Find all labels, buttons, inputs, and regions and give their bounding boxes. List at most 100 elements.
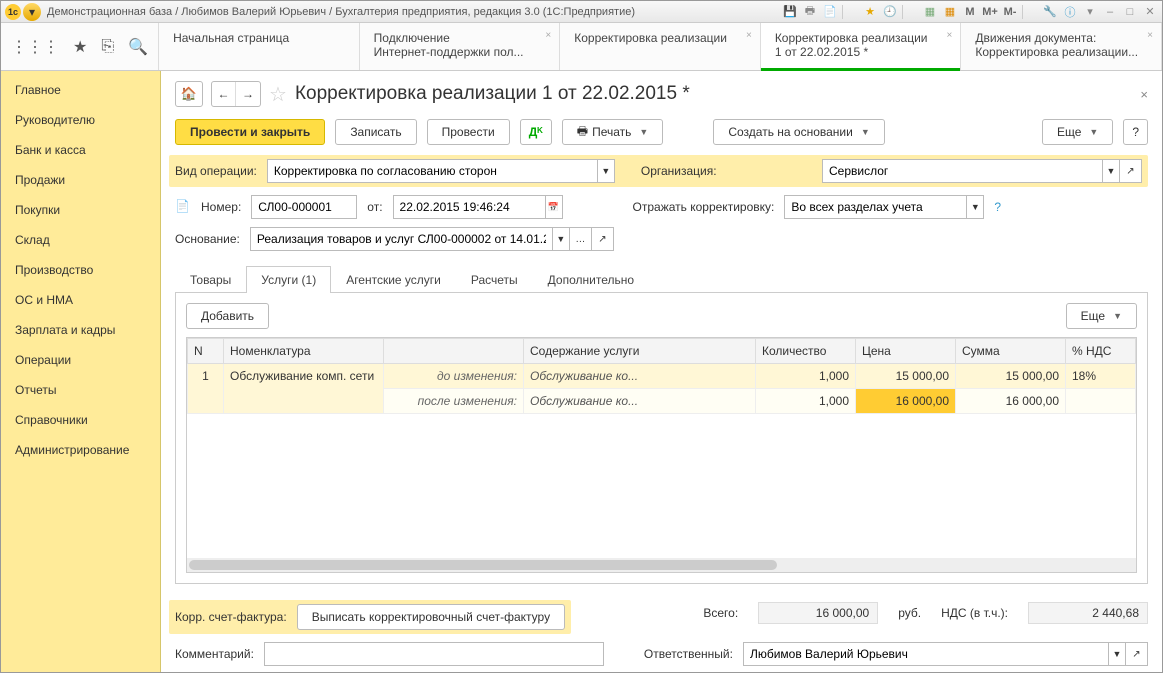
- basis-open[interactable]: ↗: [592, 227, 614, 251]
- tab-close-icon[interactable]: ×: [545, 29, 551, 43]
- reflect-input[interactable]: [784, 195, 966, 219]
- sidebar-item-production[interactable]: Производство: [1, 255, 160, 285]
- tab-agent[interactable]: Агентские услуги: [331, 266, 456, 293]
- tab-close-icon[interactable]: ×: [1147, 29, 1153, 43]
- col-content[interactable]: Содержание услуги: [524, 339, 756, 364]
- print-button[interactable]: 🖶 Печать▼: [562, 119, 664, 145]
- tab-goods[interactable]: Товары: [175, 266, 246, 293]
- tab-internet-support[interactable]: ПодключениеИнтернет-поддержки пол... ×: [360, 23, 561, 70]
- basis-ellipsis[interactable]: …: [570, 227, 592, 251]
- doc-icon[interactable]: 📄: [822, 4, 838, 20]
- cell-n: 1: [188, 364, 224, 414]
- calc-icon[interactable]: ▦: [922, 4, 938, 20]
- reflect-help[interactable]: ?: [994, 200, 1001, 214]
- print-icon[interactable]: 🖶: [802, 4, 818, 20]
- nav-back-icon[interactable]: ▾: [23, 3, 41, 21]
- sidebar-item-purchases[interactable]: Покупки: [1, 195, 160, 225]
- responsible-input[interactable]: [743, 642, 1108, 666]
- star-icon[interactable]: ★: [73, 37, 87, 57]
- org-dropdown[interactable]: ▼: [1102, 159, 1120, 183]
- m-minus-icon[interactable]: M-: [1002, 4, 1018, 20]
- op-type-dropdown[interactable]: ▼: [597, 159, 615, 183]
- home-button[interactable]: 🏠: [175, 81, 203, 107]
- tab-extra[interactable]: Дополнительно: [533, 266, 649, 293]
- favorite-toggle[interactable]: ☆: [269, 82, 287, 107]
- m-plus-icon[interactable]: M+: [982, 4, 998, 20]
- number-input[interactable]: [251, 195, 357, 219]
- date-picker-button[interactable]: 📅: [545, 195, 563, 219]
- sidebar-item-reports[interactable]: Отчеты: [1, 375, 160, 405]
- nav-back-button[interactable]: ←: [212, 82, 236, 106]
- apps-icon[interactable]: ⋮⋮⋮: [11, 37, 59, 57]
- vat-value: 2 440,68: [1028, 602, 1148, 624]
- help-button[interactable]: ?: [1123, 119, 1148, 145]
- col-price[interactable]: Цена: [856, 339, 956, 364]
- services-grid[interactable]: N Номенклатура Содержание услуги Количес…: [186, 337, 1137, 573]
- grid-row-before[interactable]: 1 Обслуживание комп. сети до изменения: …: [188, 364, 1136, 389]
- col-n[interactable]: N: [188, 339, 224, 364]
- sidebar-item-main[interactable]: Главное: [1, 75, 160, 105]
- minimize-icon[interactable]: –: [1102, 4, 1118, 20]
- org-open-button[interactable]: ↗: [1120, 159, 1142, 183]
- after-label: после изменения:: [384, 389, 524, 414]
- save-icon[interactable]: 💾: [782, 4, 798, 20]
- col-nom[interactable]: Номенклатура: [224, 339, 384, 364]
- basis-dropdown[interactable]: ▼: [552, 227, 570, 251]
- sidebar-item-hr[interactable]: Зарплата и кадры: [1, 315, 160, 345]
- col-vat[interactable]: % НДС: [1066, 339, 1136, 364]
- cell-sum-after: 16 000,00: [956, 389, 1066, 414]
- sidebar-item-warehouse[interactable]: Склад: [1, 225, 160, 255]
- org-input[interactable]: [822, 159, 1102, 183]
- grid-scrollbar[interactable]: [187, 558, 1136, 572]
- sidebar: Главное Руководителю Банк и касса Продаж…: [1, 71, 161, 672]
- info-icon[interactable]: ⓘ: [1062, 4, 1078, 20]
- tab-correction-doc[interactable]: Корректировка реализации1 от 22.02.2015 …: [761, 23, 962, 70]
- favorite-icon[interactable]: ★: [862, 4, 878, 20]
- comment-input[interactable]: [264, 642, 604, 666]
- tab-services[interactable]: Услуги (1): [246, 266, 331, 293]
- calendar-icon[interactable]: ▦: [942, 4, 958, 20]
- save-button[interactable]: Записать: [335, 119, 416, 145]
- panel-more-button[interactable]: Еще▼: [1066, 303, 1137, 329]
- col-qty[interactable]: Количество: [756, 339, 856, 364]
- tab-close-icon[interactable]: ×: [947, 29, 953, 43]
- basis-input[interactable]: [250, 227, 552, 251]
- tab-close-icon[interactable]: ×: [746, 29, 752, 43]
- search-icon[interactable]: 🔍: [128, 37, 148, 57]
- corr-invoice-button[interactable]: Выписать корректировочный счет-фактуру: [297, 604, 565, 630]
- nav-fwd-button[interactable]: →: [236, 82, 260, 106]
- tab-correction-list[interactable]: Корректировка реализации ×: [560, 23, 761, 70]
- dk-button[interactable]: Дᴷ: [520, 119, 552, 145]
- tab-start-page[interactable]: Начальная страница: [159, 23, 360, 70]
- sidebar-item-assets[interactable]: ОС и НМА: [1, 285, 160, 315]
- more-button[interactable]: Еще▼: [1042, 119, 1113, 145]
- date-input[interactable]: [393, 195, 545, 219]
- history-icon[interactable]: 🕘: [882, 4, 898, 20]
- cell-price-after[interactable]: 16 000,00: [856, 389, 956, 414]
- services-panel: Добавить Еще▼ N Номенклатура Содержание …: [175, 293, 1148, 584]
- dropdown-icon[interactable]: ▾: [1082, 4, 1098, 20]
- sidebar-item-manager[interactable]: Руководителю: [1, 105, 160, 135]
- sidebar-item-operations[interactable]: Операции: [1, 345, 160, 375]
- tab-doc-movements[interactable]: Движения документа:Корректировка реализа…: [961, 23, 1162, 70]
- settings-icon[interactable]: 🔧: [1042, 4, 1058, 20]
- responsible-dropdown[interactable]: ▼: [1108, 642, 1126, 666]
- page-close-button[interactable]: ×: [1140, 87, 1148, 102]
- op-type-input[interactable]: [267, 159, 597, 183]
- col-sum[interactable]: Сумма: [956, 339, 1066, 364]
- sidebar-item-sales[interactable]: Продажи: [1, 165, 160, 195]
- sidebar-item-catalogs[interactable]: Справочники: [1, 405, 160, 435]
- post-close-button[interactable]: Провести и закрыть: [175, 119, 325, 145]
- reflect-dropdown[interactable]: ▼: [966, 195, 984, 219]
- create-based-button[interactable]: Создать на основании▼: [713, 119, 884, 145]
- maximize-icon[interactable]: □: [1122, 4, 1138, 20]
- add-row-button[interactable]: Добавить: [186, 303, 269, 329]
- m-icon[interactable]: M: [962, 4, 978, 20]
- tab-calc[interactable]: Расчеты: [456, 266, 533, 293]
- sidebar-item-bank[interactable]: Банк и касса: [1, 135, 160, 165]
- clipboard-icon[interactable]: ⎘: [101, 38, 114, 56]
- post-button[interactable]: Провести: [427, 119, 510, 145]
- responsible-open[interactable]: ↗: [1126, 642, 1148, 666]
- sidebar-item-admin[interactable]: Администрирование: [1, 435, 160, 465]
- close-icon[interactable]: ✕: [1142, 4, 1158, 20]
